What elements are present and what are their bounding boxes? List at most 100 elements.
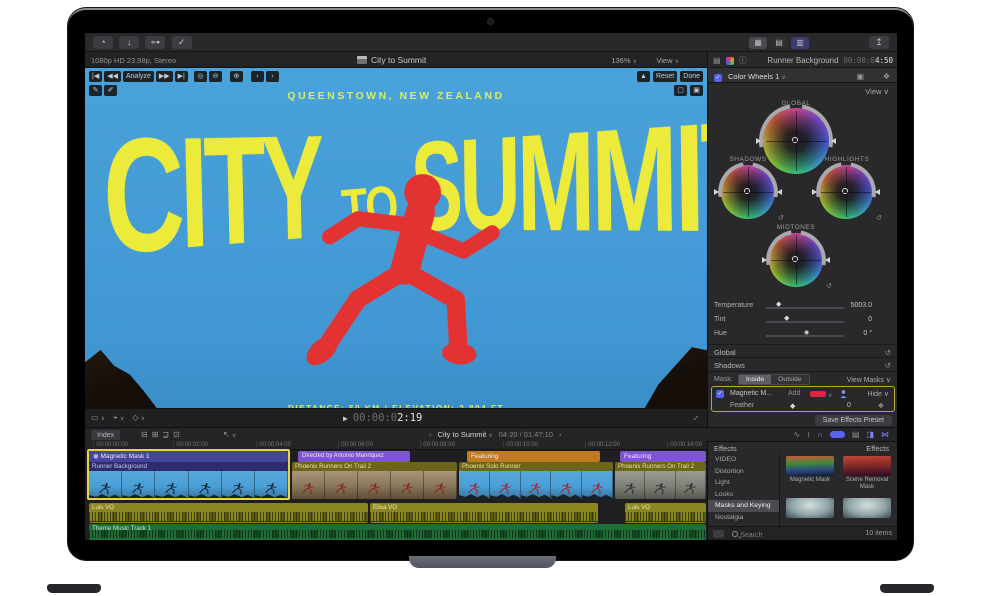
effect-item-4[interactable] xyxy=(842,498,892,518)
effect-item-3[interactable] xyxy=(785,498,835,518)
midtones-reset-icon[interactable]: ↺ xyxy=(826,282,832,290)
mask-enabled-checkbox[interactable]: ✓ xyxy=(716,390,724,398)
mask-inside-outside-segment[interactable]: Inside Outside xyxy=(738,374,810,385)
iris-mode-button[interactable]: ⊕ xyxy=(230,71,243,82)
select-tool-dropdown[interactable]: ↖ ∨ xyxy=(223,430,236,439)
snapping-toggle[interactable] xyxy=(830,431,845,438)
skimming-icon[interactable]: ∿ xyxy=(793,430,800,439)
midtones-color-wheel[interactable] xyxy=(769,233,823,287)
keyframe-icon[interactable]: ❖ xyxy=(883,72,890,81)
color-wheels-row[interactable]: ✓ Color Wheels 1 ∨ ▣ ❖ xyxy=(708,68,897,83)
global-color-wheel[interactable] xyxy=(763,108,829,174)
viewer-view-dropdown[interactable]: View ∨ xyxy=(656,56,679,65)
clip-audio-elisa[interactable]: Elisa VO xyxy=(370,503,598,523)
insert-clip-icon[interactable]: ⊞ xyxy=(152,430,159,439)
skip-forward-button[interactable]: ▶| xyxy=(175,71,188,82)
effects-browser-toggle-icon[interactable]: ◨ xyxy=(866,430,874,439)
timeline-project-dropdown[interactable]: City to Summit ∨ xyxy=(438,430,493,439)
rewind-button[interactable]: ◀◀ xyxy=(104,71,121,82)
category-video[interactable]: VIDEO xyxy=(708,454,779,466)
audio-skimming-icon[interactable]: ≀ xyxy=(807,430,810,439)
slider-thumb[interactable]: ◆ xyxy=(784,314,789,322)
highlights-reset-icon[interactable]: ↺ xyxy=(876,214,882,222)
clip-magnetic-mask[interactable]: ◉ Magnetic Mask 1 xyxy=(89,451,288,462)
feather-keyframe-icon[interactable]: ❖ xyxy=(878,402,884,410)
view-masks-dropdown[interactable]: View Masks ∨ xyxy=(847,376,891,384)
category-distortion[interactable]: Distortion xyxy=(708,466,779,478)
expand-viewer-icon[interactable]: ↔ xyxy=(688,410,701,423)
shadows-group-row[interactable]: Shadows ↺ xyxy=(708,357,897,370)
connect-clip-icon[interactable]: ⊟ xyxy=(141,430,148,439)
viewer-zoom-dropdown[interactable]: 136% ∨ xyxy=(611,56,637,65)
done-button[interactable]: Done xyxy=(680,71,703,82)
iris-add-button[interactable]: ◎ xyxy=(194,71,207,82)
mask-color-swatch[interactable]: ∨ xyxy=(810,391,832,399)
next-mask-button[interactable]: › xyxy=(266,71,279,82)
distort-tool-dropdown[interactable]: ◇ ∨ xyxy=(132,413,145,423)
effect-scene-removal-mask[interactable]: Scene Removal Mask xyxy=(842,456,892,491)
shadows-color-wheel[interactable] xyxy=(721,165,775,219)
solo-icon[interactable]: ∩ xyxy=(817,430,823,439)
clip-title-directed[interactable]: Directed by Antonio Manriquez xyxy=(298,451,410,462)
crop-icon[interactable]: ▢ xyxy=(674,85,687,96)
slider-thumb[interactable]: ◆ xyxy=(776,300,781,308)
iris-subtract-button[interactable]: ⊖ xyxy=(209,71,222,82)
fit-icon[interactable]: ▣ xyxy=(690,85,703,96)
background-tasks-button[interactable]: ✓ xyxy=(172,36,192,49)
category-looks[interactable]: Looks xyxy=(708,489,779,501)
clip-title-featuring-2[interactable]: Featuring xyxy=(620,451,706,462)
media-browser-toggle-icon[interactable]: ⋈ xyxy=(881,430,889,439)
index-button[interactable]: Index xyxy=(91,430,120,440)
append-clip-icon[interactable]: ⊒ xyxy=(162,430,169,439)
overwrite-clip-icon[interactable]: ⊡ xyxy=(173,430,180,439)
analysis-warning-icon[interactable]: ▲ xyxy=(637,71,650,82)
category-masks-and-keying[interactable]: Masks and Keying xyxy=(708,500,779,512)
clip-phoenix-solo[interactable]: Phoenix Solo Runner xyxy=(459,462,613,499)
save-effects-preset-button[interactable]: Save Effects Preset xyxy=(815,415,892,426)
browser-filmstrip-view-button[interactable]: ▤ xyxy=(770,37,788,49)
reset-icon[interactable]: ↺ xyxy=(885,361,891,370)
reset-icon[interactable]: ↺ xyxy=(885,348,891,357)
highlights-color-wheel[interactable] xyxy=(819,165,873,219)
clip-runner-background[interactable]: Runner Background xyxy=(89,462,288,499)
mask-add-dropdown[interactable]: Add xyxy=(788,390,800,397)
category-nostalgia[interactable]: Nostalgia xyxy=(708,512,779,524)
clip-title-featuring-1[interactable]: Featuring xyxy=(467,451,600,462)
effect-enabled-checkbox[interactable]: ✓ xyxy=(714,74,722,82)
shadows-reset-icon[interactable]: ↺ xyxy=(778,214,784,222)
reset-button[interactable]: Reset xyxy=(653,71,677,82)
effect-magnetic-mask[interactable]: Magnetic Mask xyxy=(785,456,835,484)
category-light[interactable]: Light xyxy=(708,477,779,489)
crop-tool-dropdown[interactable]: ⌖ ∨ xyxy=(113,413,124,423)
skip-back-button[interactable]: |◀ xyxy=(89,71,102,82)
inside-segment[interactable]: Inside xyxy=(739,375,771,384)
mask-brush-remove-icon[interactable]: ✐ xyxy=(104,85,117,96)
outside-segment[interactable]: Outside xyxy=(771,375,808,384)
feather-slider-thumb[interactable]: ◆ xyxy=(790,402,795,410)
effects-view-toggle[interactable] xyxy=(713,530,724,538)
transform-tool-dropdown[interactable]: ▭ ∨ xyxy=(91,413,105,423)
prev-mask-button[interactable]: ‹ xyxy=(251,71,264,82)
clip-audio-luis-2[interactable]: Luis VO xyxy=(625,503,706,523)
clip-phoenix-trail-a[interactable]: Phoenix Runners On Trail 2 xyxy=(292,462,457,499)
import-media-button[interactable]: ↓ xyxy=(119,36,139,49)
timeline-forward-chevron[interactable]: › xyxy=(559,430,562,439)
clip-audio-luis-1[interactable]: Luis VO xyxy=(89,503,368,523)
apply-effect-icon[interactable]: ▣ xyxy=(856,72,864,81)
timeline-ruler[interactable]: 00:00:00:00 00:00:02:00 00:00:04:00 00:0… xyxy=(85,441,707,450)
tint-slider[interactable] xyxy=(766,321,844,323)
browser-list-view-button[interactable]: ▥ xyxy=(791,37,809,49)
play-button[interactable]: ▶ xyxy=(343,414,348,423)
share-button[interactable]: ↥ xyxy=(869,36,889,49)
clip-appearance-icon[interactable]: ▤ xyxy=(852,430,860,439)
fast-forward-button[interactable]: ▶▶ xyxy=(156,71,173,82)
clip-phoenix-trail-b[interactable]: Phoenix Runners On Trail 2 xyxy=(615,462,706,499)
browser-grid-view-button[interactable]: ▦ xyxy=(749,37,767,49)
effects-search-field[interactable]: Search xyxy=(732,530,762,539)
keyword-editor-button[interactable]: ⊶ xyxy=(145,36,165,49)
clip-theme-music[interactable]: Theme Music Track 1 xyxy=(89,524,706,540)
global-group-row[interactable]: Global ↺ xyxy=(708,344,897,357)
mask-hide-dropdown[interactable]: Hide ∨ xyxy=(868,390,889,398)
slider-knob[interactable]: ◉ xyxy=(804,329,809,336)
analyze-button[interactable]: Analyze xyxy=(123,71,154,82)
